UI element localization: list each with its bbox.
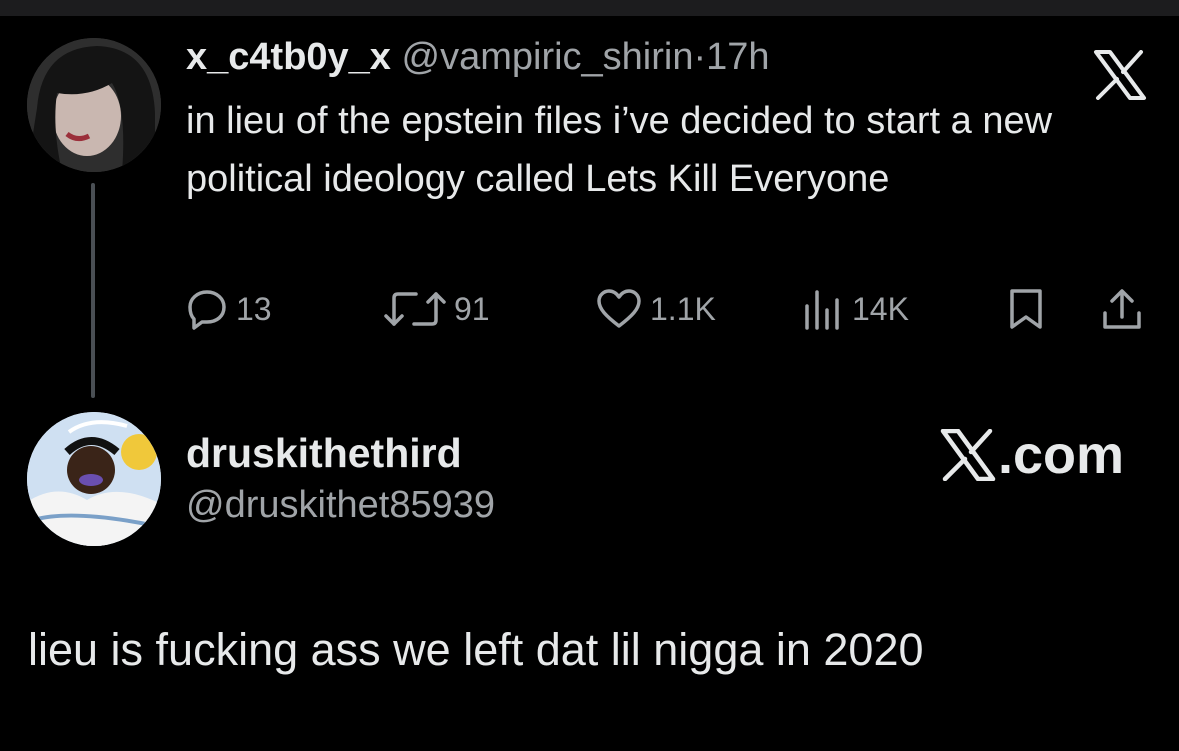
x-dot-com-logo: .com bbox=[940, 424, 1124, 486]
post-time[interactable]: 17h bbox=[706, 36, 769, 78]
reply-user-handle[interactable]: @druskithet85939 bbox=[186, 484, 495, 527]
like-button[interactable]: 1.1K bbox=[596, 284, 716, 334]
avatar-reply-user[interactable] bbox=[27, 412, 161, 546]
reply-count: 13 bbox=[236, 290, 272, 327]
repost-button[interactable]: 91 bbox=[384, 284, 490, 334]
bookmark-icon bbox=[1010, 289, 1042, 329]
repost-count: 91 bbox=[454, 290, 490, 327]
thread-line bbox=[91, 183, 95, 398]
reply-display-name[interactable]: druskithethird bbox=[186, 430, 462, 477]
display-name[interactable]: x_c4tb0y_x bbox=[186, 36, 391, 78]
user-handle[interactable]: @vampiric_shirin bbox=[402, 36, 694, 78]
top-bar bbox=[0, 0, 1179, 16]
separator-dot: · bbox=[693, 36, 707, 78]
repost-icon bbox=[384, 292, 446, 326]
avatar-original-poster[interactable] bbox=[27, 38, 161, 172]
share-icon bbox=[1103, 289, 1141, 329]
views-icon bbox=[805, 290, 839, 330]
action-bar: 13 91 1.1K 14K bbox=[186, 284, 1146, 334]
post-text: in lieu of the epstein files i’ve decide… bbox=[186, 100, 1053, 200]
views-count: 14K bbox=[852, 290, 909, 327]
reply-text: lieu is fucking ass we left dat lil nigg… bbox=[28, 624, 924, 675]
bookmark-button[interactable] bbox=[1008, 284, 1044, 334]
reply-icon bbox=[188, 290, 226, 330]
x-logo-icon bbox=[940, 429, 996, 481]
like-count: 1.1K bbox=[650, 290, 716, 327]
post-header: x_c4tb0y_x @vampiric_shirin·17h bbox=[186, 36, 770, 79]
brand-suffix: .com bbox=[998, 425, 1125, 485]
views-button[interactable]: 14K bbox=[802, 284, 909, 334]
share-button[interactable] bbox=[1101, 284, 1143, 334]
like-icon bbox=[597, 289, 641, 328]
reply-button[interactable]: 13 bbox=[186, 284, 272, 334]
